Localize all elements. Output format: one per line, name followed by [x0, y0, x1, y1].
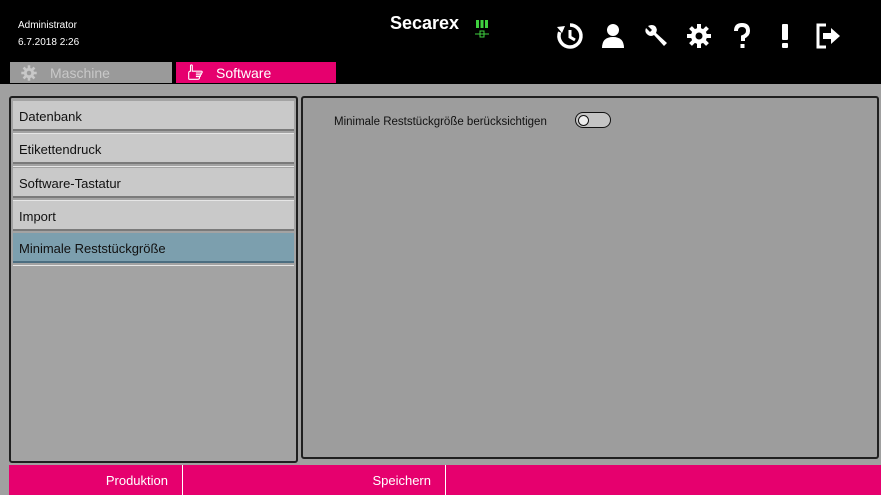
- toggle-knob: [578, 114, 589, 126]
- history-icon[interactable]: [552, 18, 588, 54]
- hand-pointer-icon: [186, 63, 208, 82]
- bottom-bar: Produktion Speichern: [9, 465, 881, 495]
- settings-content: Minimale Reststückgröße berücksichtigen: [301, 96, 879, 459]
- logout-icon[interactable]: [810, 18, 846, 54]
- menu-item-import[interactable]: Import: [13, 201, 294, 234]
- top-bar: Administrator 6.7.2018 2:26 Secarex Masc…: [0, 0, 881, 84]
- user-icon[interactable]: [595, 18, 631, 54]
- menu-item-software-tastatur[interactable]: Software-Tastatur: [13, 168, 294, 201]
- settings-menu: Datenbank Etikettendruck Software-Tastat…: [9, 96, 298, 463]
- status-indicator-icon: [475, 20, 489, 38]
- toolbar-icons: [552, 18, 853, 54]
- option-toggle[interactable]: [575, 112, 611, 128]
- gear-icon[interactable]: [681, 18, 717, 54]
- wrench-icon[interactable]: [638, 18, 674, 54]
- menu-item-minimale-reststueckgroesse[interactable]: Minimale Reststückgröße: [13, 233, 294, 266]
- menu-item-datenbank[interactable]: Datenbank: [13, 101, 294, 134]
- option-label: Minimale Reststückgröße berücksichtigen: [334, 116, 547, 128]
- timestamp: 6.7.2018 2:26: [18, 37, 80, 48]
- tab-machine-label: Maschine: [50, 64, 110, 81]
- tab-software-label: Software: [216, 64, 272, 81]
- user-name: Administrator: [18, 20, 77, 31]
- production-button[interactable]: Produktion: [9, 465, 183, 495]
- user-info: Administrator 6.7.2018 2:26: [18, 17, 79, 51]
- brand-title: Secarex: [390, 13, 460, 33]
- tab-machine[interactable]: Maschine: [10, 62, 172, 83]
- alert-icon[interactable]: [767, 18, 803, 54]
- help-icon[interactable]: [724, 18, 760, 54]
- gear-icon: [20, 64, 42, 82]
- tab-software[interactable]: Software: [176, 62, 336, 83]
- menu-item-etikettendruck[interactable]: Etikettendruck: [13, 134, 294, 167]
- save-button[interactable]: Speichern: [184, 465, 446, 495]
